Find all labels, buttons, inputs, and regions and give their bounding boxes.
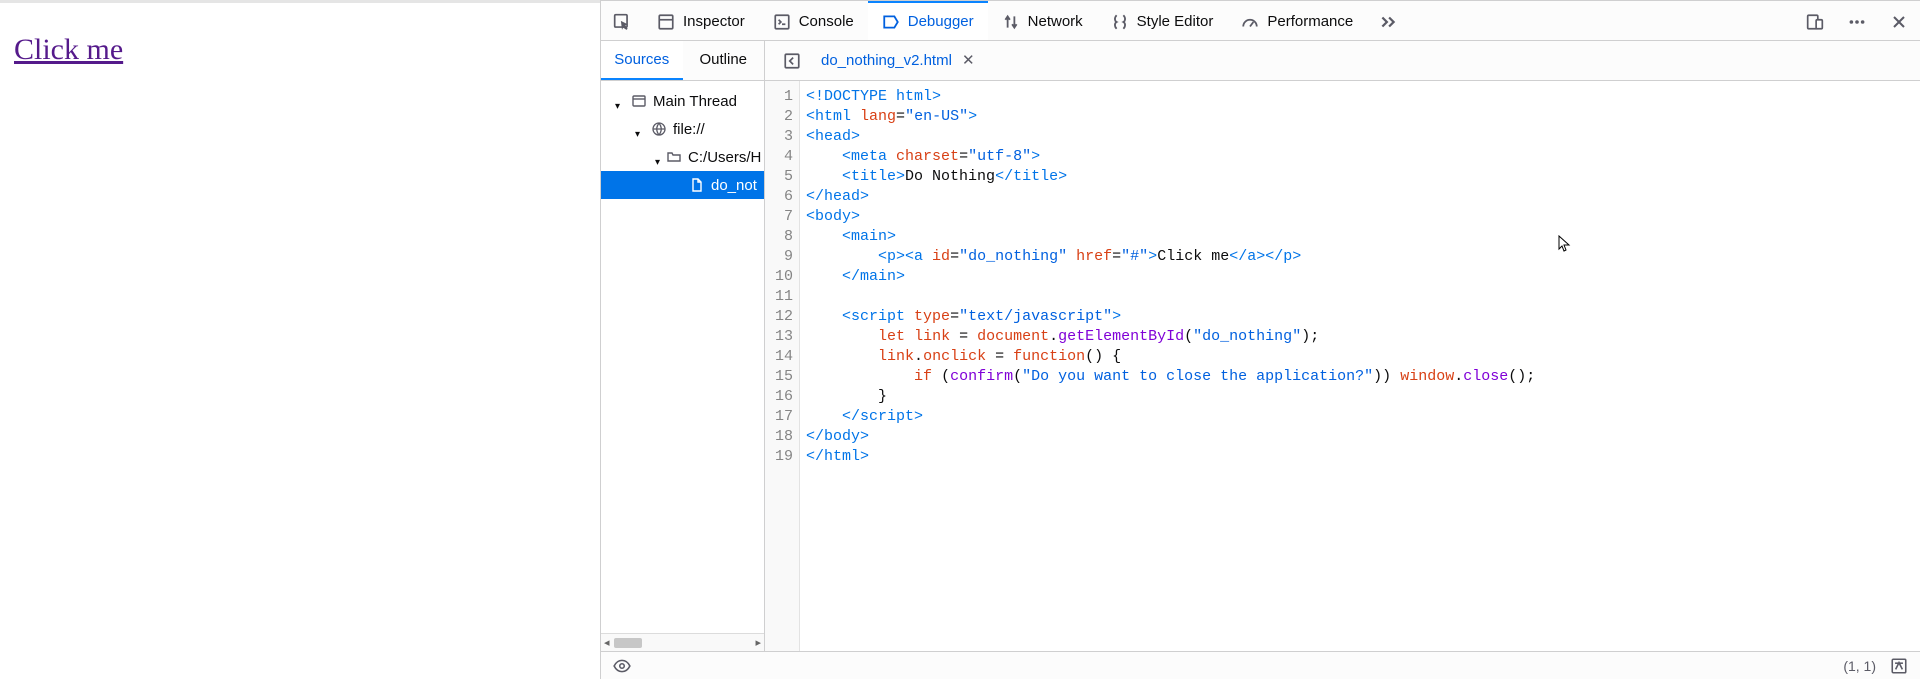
sources-tab[interactable]: Sources [601, 41, 683, 80]
cursor-position: (1, 1) [1843, 658, 1876, 674]
source-map-button[interactable] [1890, 657, 1908, 675]
twisty-icon [615, 96, 625, 106]
devtools-panel: Inspector Console Debugger Network [600, 0, 1920, 679]
devtools-toolbar: Inspector Console Debugger Network [601, 1, 1920, 41]
open-file-tab[interactable]: do_nothing_v2.html ✕ [815, 48, 981, 73]
dots-icon [1848, 13, 1866, 31]
source-editor[interactable]: 12345678910111213141516171819 <!DOCTYPE … [765, 81, 1920, 651]
tab-debugger[interactable]: Debugger [868, 1, 988, 40]
network-icon [1002, 13, 1020, 31]
chevron-double-right-icon [1379, 13, 1397, 31]
tab-performance-label: Performance [1267, 13, 1353, 30]
editor-status-bar: (1, 1) [601, 651, 1920, 679]
folder-icon [666, 149, 682, 165]
tree-main-thread[interactable]: Main Thread [601, 87, 764, 115]
console-icon [773, 13, 791, 31]
tree-scheme-label: file:// [673, 121, 705, 138]
twisty-icon [635, 124, 645, 134]
inspector-icon [657, 13, 675, 31]
debugger-icon [882, 13, 900, 31]
window-icon [631, 93, 647, 109]
page-content: Click me [0, 0, 600, 679]
tab-debugger-label: Debugger [908, 13, 974, 30]
panel-collapse-icon [783, 52, 801, 70]
tab-style-editor[interactable]: Style Editor [1097, 1, 1228, 40]
responsive-mode-button[interactable] [1794, 11, 1836, 31]
tree-horizontal-scrollbar[interactable]: ◂ ▸ [601, 633, 764, 651]
debugger-subbar: Sources Outline do_nothing_v2.html ✕ [601, 41, 1920, 81]
style-editor-icon [1111, 13, 1129, 31]
kebab-menu-button[interactable] [1836, 11, 1878, 31]
watch-expressions-button[interactable] [613, 657, 631, 675]
responsive-icon [1806, 13, 1824, 31]
tab-style-editor-label: Style Editor [1137, 13, 1214, 30]
twisty-icon [655, 152, 660, 162]
tree-file-label: do_not [711, 177, 757, 194]
tree-folder[interactable]: C:/Users/H [601, 143, 764, 171]
performance-icon [1241, 13, 1259, 31]
tab-performance[interactable]: Performance [1227, 1, 1367, 40]
sources-tree-pane: Main Thread file:// C:/U [601, 81, 765, 651]
tree-folder-label: C:/Users/H [688, 149, 761, 166]
file-tab-label: do_nothing_v2.html [821, 52, 952, 69]
tab-inspector[interactable]: Inspector [643, 1, 759, 40]
toggle-sources-pane-button[interactable] [779, 48, 805, 74]
tree-file[interactable]: do_not [601, 171, 764, 199]
pick-element-button[interactable] [601, 1, 643, 40]
tab-inspector-label: Inspector [683, 13, 745, 30]
source-code[interactable]: <!DOCTYPE html><html lang="en-US"><head>… [800, 81, 1920, 651]
file-icon [689, 177, 705, 193]
globe-icon [651, 121, 667, 137]
line-number-gutter: 12345678910111213141516171819 [765, 81, 800, 651]
pick-element-icon [613, 13, 631, 31]
tab-network-label: Network [1028, 13, 1083, 30]
tab-network[interactable]: Network [988, 1, 1097, 40]
close-devtools-button[interactable] [1878, 11, 1920, 31]
scroll-right-icon: ▸ [755, 636, 761, 649]
click-me-link[interactable]: Click me [14, 33, 123, 66]
tree-scheme[interactable]: file:// [601, 115, 764, 143]
tab-console[interactable]: Console [759, 1, 868, 40]
close-icon [1890, 13, 1908, 31]
close-file-tab-button[interactable]: ✕ [962, 53, 975, 68]
tree-main-thread-label: Main Thread [653, 93, 737, 110]
outline-tab[interactable]: Outline [683, 41, 765, 80]
overflow-tabs-button[interactable] [1367, 1, 1409, 40]
scroll-left-icon: ◂ [604, 636, 610, 649]
tab-console-label: Console [799, 13, 854, 30]
